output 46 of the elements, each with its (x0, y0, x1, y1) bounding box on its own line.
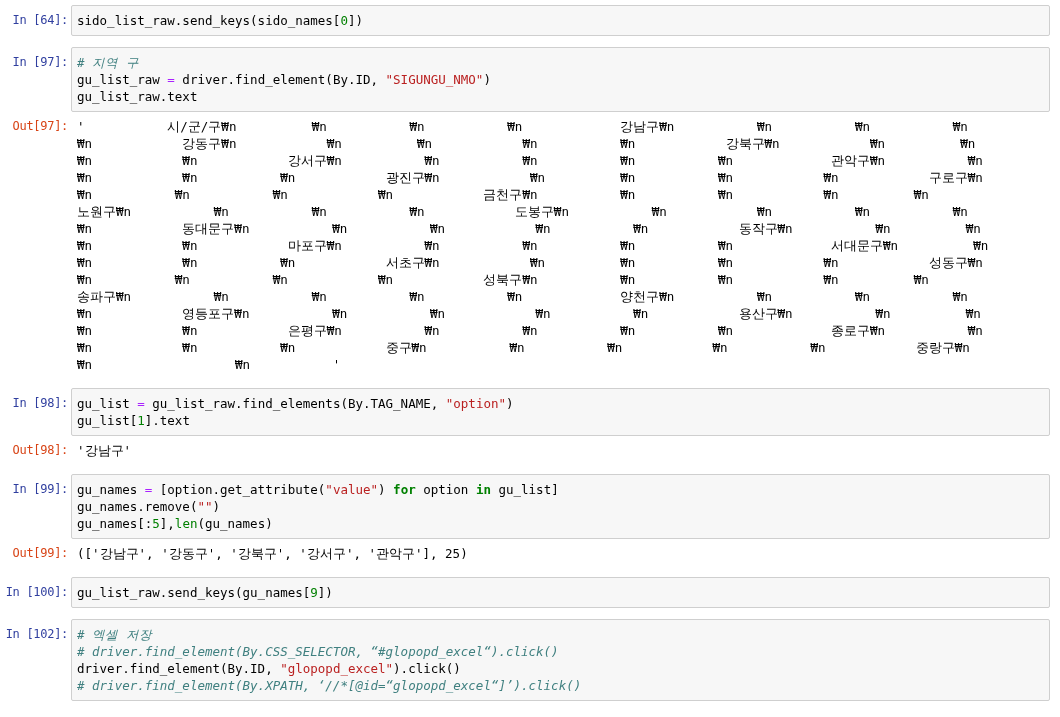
cell-prompt: In [99]: (11, 481, 69, 498)
cell-prompt: In [102]: (4, 626, 69, 643)
cell-prompt: Out[97]: (11, 118, 69, 135)
cell-prompt: In [64]: (11, 12, 69, 29)
output-line: ₩n ₩n ₩n 중구₩n ₩n ₩n ₩n ₩n 중랑구₩n (77, 339, 971, 356)
output-line: ₩n ₩n ₩n 광진구₩n ₩n ₩n ₩n ₩n 구로구₩n (77, 169, 984, 186)
output-line: 송파구₩n ₩n ₩n ₩n ₩n 양천구₩n ₩n ₩n ₩n (77, 288, 969, 305)
code-cell[interactable]: sido_list_raw.send_keys(sido_names[0]) (71, 5, 1050, 36)
output-line: '강남구' (77, 442, 133, 459)
code-line: gu_list = gu_list_raw.find_elements(By.TAG_NAME, "option") (77, 395, 515, 412)
code-line: gu_list_raw.text (77, 88, 199, 105)
code-line: sido_list_raw.send_keys(sido_names[0]) (77, 12, 364, 29)
code-line: # 엑셀 저장 (77, 626, 154, 643)
code-line: gu_names = [option.get_attribute("value") for option in gu_list] (77, 481, 560, 498)
code-line: gu_list_raw = driver.find_element(By.ID, "SIGUNGU_NMO") (77, 71, 492, 88)
output-line: ₩n ₩n ₩n ₩n 금천구₩n ₩n ₩n ₩n ₩n (77, 186, 930, 203)
output-line: ₩n 영등포구₩n ₩n ₩n ₩n ₩n 용산구₩n ₩n ₩n (77, 305, 982, 322)
output-line: ₩n ₩n 강서구₩n ₩n ₩n ₩n ₩n 관악구₩n ₩n (77, 152, 984, 169)
output-line: ₩n ₩n ' (77, 356, 342, 373)
code-line: gu_list_raw.send_keys(gu_names[9]) (77, 584, 334, 601)
output-line: ₩n 강동구₩n ₩n ₩n ₩n ₩n 강북구₩n ₩n ₩n (77, 135, 977, 152)
cell-prompt: In [100]: (4, 584, 69, 601)
output-line: ₩n 동대문구₩n ₩n ₩n ₩n ₩n 동작구₩n ₩n ₩n (77, 220, 982, 237)
output-line: ' 시/군/구₩n ₩n ₩n ₩n 강남구₩n ₩n ₩n ₩n (77, 118, 969, 135)
code-line: driver.find_element(By.ID, "glopopd_excel").click() (77, 660, 462, 677)
code-line: gu_names.remove("") (77, 498, 221, 515)
code-line: # 지역 구 (77, 54, 140, 71)
code-cell[interactable]: gu_list = gu_list_raw.find_elements(By.TAG_NAME, "option") gu_list[1].text (71, 388, 1050, 436)
output-line: ₩n ₩n 마포구₩n ₩n ₩n ₩n ₩n 서대문구₩n ₩n (77, 237, 990, 254)
output-line: ₩n ₩n 은평구₩n ₩n ₩n ₩n ₩n 종로구₩n ₩n (77, 322, 984, 339)
cell-prompt: Out[98]: (11, 442, 69, 459)
code-line: gu_list[1].text (77, 412, 191, 429)
code-line: # driver.find_element(By.XPATH, ‘//*[@id=“glopopd_excel“]’).click() (77, 677, 583, 694)
output-line: ₩n ₩n ₩n ₩n 성북구₩n ₩n ₩n ₩n ₩n (77, 271, 930, 288)
code-cell[interactable]: gu_names = [option.get_attribute("value") for option in gu_list] gu_names.remove("") gu_names[:5],len(gu_names) (71, 474, 1050, 539)
output-line: 노원구₩n ₩n ₩n ₩n 도봉구₩n ₩n ₩n ₩n ₩n (77, 203, 969, 220)
code-cell[interactable]: # 엑셀 저장 # driver.find_element(By.CSS_SELECTOR, “#glopopd_excel“).click() driver.find_element(By.ID, "glopopd_excel").click() # driver.find_element(By.XPATH, ‘//*[@id=“glopopd_excel“]’).click() (71, 619, 1050, 701)
output-line: (['강남구', '강동구', '강북구', '강서구', '관악구'], 25) (77, 545, 469, 562)
code-line: # driver.find_element(By.CSS_SELECTOR, “#glopopd_excel“).click() (77, 643, 560, 660)
code-cell[interactable]: gu_list_raw.send_keys(gu_names[9]) (71, 577, 1050, 608)
output-line: ₩n ₩n ₩n 서초구₩n ₩n ₩n ₩n ₩n 성동구₩n (77, 254, 984, 271)
code-line: gu_names[:5],len(gu_names) (77, 515, 274, 532)
cell-prompt: In [98]: (11, 395, 69, 412)
cell-prompt: In [97]: (11, 54, 69, 71)
code-cell[interactable]: # 지역 구 gu_list_raw = driver.find_element(By.ID, "SIGUNGU_NMO") gu_list_raw.text (71, 47, 1050, 112)
cell-prompt: Out[99]: (11, 545, 69, 562)
